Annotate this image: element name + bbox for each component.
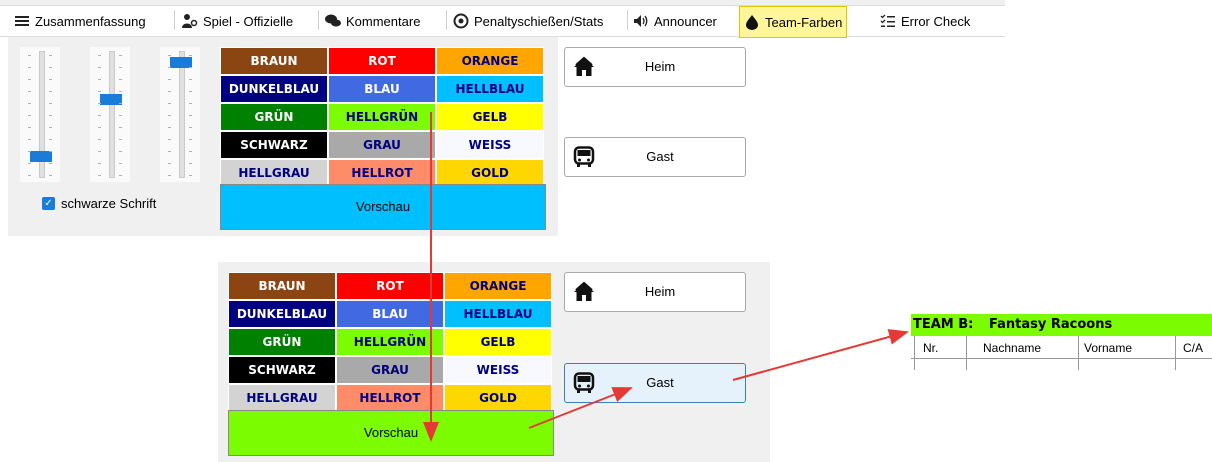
home-button-label: Heim: [644, 284, 676, 299]
tab-separator: [318, 10, 319, 30]
tab-error-check[interactable]: Error Check: [876, 7, 974, 35]
tab-label: Team-Farben: [765, 14, 843, 30]
tab-label: Announcer: [654, 13, 717, 29]
bus-icon: [573, 146, 595, 168]
team-prefix: TEAM B:: [913, 317, 974, 332]
tab-zusammenfassung[interactable]: Zusammenfassung: [10, 7, 150, 35]
color-swatch[interactable]: ORANGE: [436, 47, 544, 75]
color-swatch[interactable]: GOLD: [436, 159, 544, 187]
preview-box: Vorschau: [228, 410, 554, 456]
team-column-headers: Nr. Nachname Vorname C/A: [911, 338, 1212, 359]
tab-label: Zusammenfassung: [35, 13, 146, 29]
preview-label: Vorschau: [363, 425, 419, 440]
tab-team-farben[interactable]: Team-Farben: [739, 6, 848, 38]
tab-spiel-offizielle[interactable]: Spiel - Offizielle: [178, 7, 297, 35]
home-button[interactable]: Heim: [564, 272, 746, 312]
color-swatch[interactable]: SCHWARZ: [228, 356, 336, 384]
color-swatch[interactable]: GRAU: [336, 356, 444, 384]
team-table: TEAM B: Fantasy Racoons Nr. Nachname Vor…: [911, 314, 1212, 374]
color-swatch[interactable]: HELLBLAU: [436, 75, 544, 103]
checkbox-label: schwarze Schrift: [61, 196, 157, 211]
home-icon: [573, 56, 595, 78]
color-swatch[interactable]: GRAU: [328, 131, 436, 159]
color-swatch[interactable]: DUNKELBLAU: [220, 75, 328, 103]
tab-label: Kommentare: [346, 13, 421, 29]
color-swatch[interactable]: WEISS: [436, 131, 544, 159]
home-button-label: Heim: [644, 59, 676, 74]
color-swatch[interactable]: HELLGRÜN: [328, 103, 436, 131]
list-icon: [14, 13, 30, 29]
column-header: C/A: [1183, 341, 1204, 355]
column-header: Vorname: [1084, 341, 1133, 355]
tab-label: Spiel - Offizielle: [203, 13, 294, 29]
color-swatch[interactable]: HELLGRAU: [220, 159, 328, 187]
column-header: Nachname: [983, 341, 1042, 355]
target-icon: [453, 13, 469, 29]
tab-separator: [174, 10, 175, 30]
bus-icon: [573, 372, 595, 394]
color-swatch[interactable]: BRAUN: [228, 272, 336, 300]
tab-kommentare[interactable]: Kommentare: [321, 7, 424, 35]
preview-box: Vorschau: [220, 184, 546, 230]
users-icon: [182, 13, 198, 29]
red-slider[interactable]: [20, 47, 60, 182]
window-top-border: [0, 0, 1005, 6]
paint-drop-icon: [744, 14, 760, 30]
tab-label: Penaltyschießen/Stats: [474, 13, 604, 29]
tab-separator: [627, 10, 628, 30]
green-slider[interactable]: [90, 47, 130, 182]
home-icon: [573, 281, 595, 303]
checkbox-check-icon: ✓: [42, 197, 55, 210]
blue-slider[interactable]: [160, 47, 200, 182]
color-swatch[interactable]: BRAUN: [220, 47, 328, 75]
color-swatch[interactable]: GELB: [436, 103, 544, 131]
team-colors-panel-away-selected: BRAUN ROT ORANGE DUNKELBLAU BLAU HELLBLAU GRÜN…: [218, 262, 770, 462]
black-font-checkbox[interactable]: ✓ schwarze Schrift: [42, 196, 156, 211]
color-swatch[interactable]: BLAU: [336, 300, 444, 328]
team-header: TEAM B: Fantasy Racoons: [911, 314, 1212, 336]
color-swatch[interactable]: HELLBLAU: [444, 300, 552, 328]
color-swatch[interactable]: HELLROT: [336, 384, 444, 412]
away-button-label: Gast: [646, 149, 674, 164]
color-swatch[interactable]: GRÜN: [220, 103, 328, 131]
preview-label: Vorschau: [355, 199, 411, 214]
color-swatch[interactable]: HELLGRAU: [228, 384, 336, 412]
comments-icon: [325, 13, 341, 29]
color-swatch[interactable]: HELLGRÜN: [336, 328, 444, 356]
away-button[interactable]: Gast: [564, 137, 746, 177]
color-grid: BRAUN ROT ORANGE DUNKELBLAU BLAU HELLBLAU GRÜN…: [220, 47, 546, 197]
color-swatch[interactable]: GELB: [444, 328, 552, 356]
color-swatch[interactable]: HELLROT: [328, 159, 436, 187]
tab-announcer[interactable]: Announcer: [629, 7, 721, 35]
color-swatch[interactable]: ROT: [328, 47, 436, 75]
color-swatch[interactable]: DUNKELBLAU: [228, 300, 336, 328]
team-name: Fantasy Racoons: [989, 317, 1113, 332]
tab-penaltyschiessen[interactable]: Penaltyschießen/Stats: [449, 7, 607, 35]
away-button[interactable]: Gast: [564, 363, 746, 403]
home-button[interactable]: Heim: [564, 47, 746, 87]
color-swatch[interactable]: GOLD: [444, 384, 552, 412]
column-header: Nr.: [923, 341, 939, 355]
color-swatch[interactable]: WEISS: [444, 356, 552, 384]
slider-thumb[interactable]: [30, 151, 52, 163]
checklist-icon: [880, 13, 896, 29]
tab-separator: [446, 10, 447, 30]
tab-label: Error Check: [901, 13, 971, 29]
color-swatch[interactable]: SCHWARZ: [220, 131, 328, 159]
color-swatch[interactable]: ROT: [336, 272, 444, 300]
color-swatch[interactable]: GRÜN: [228, 328, 336, 356]
speaker-icon: [633, 13, 649, 29]
color-grid: BRAUN ROT ORANGE DUNKELBLAU BLAU HELLBLAU GRÜN…: [228, 272, 554, 422]
color-swatch[interactable]: ORANGE: [444, 272, 552, 300]
away-button-label: Gast: [646, 375, 674, 390]
color-swatch[interactable]: BLAU: [328, 75, 436, 103]
team-colors-panel: ✓ schwarze Schrift BRAUN ROT ORANGE DUNKELB…: [8, 37, 746, 236]
